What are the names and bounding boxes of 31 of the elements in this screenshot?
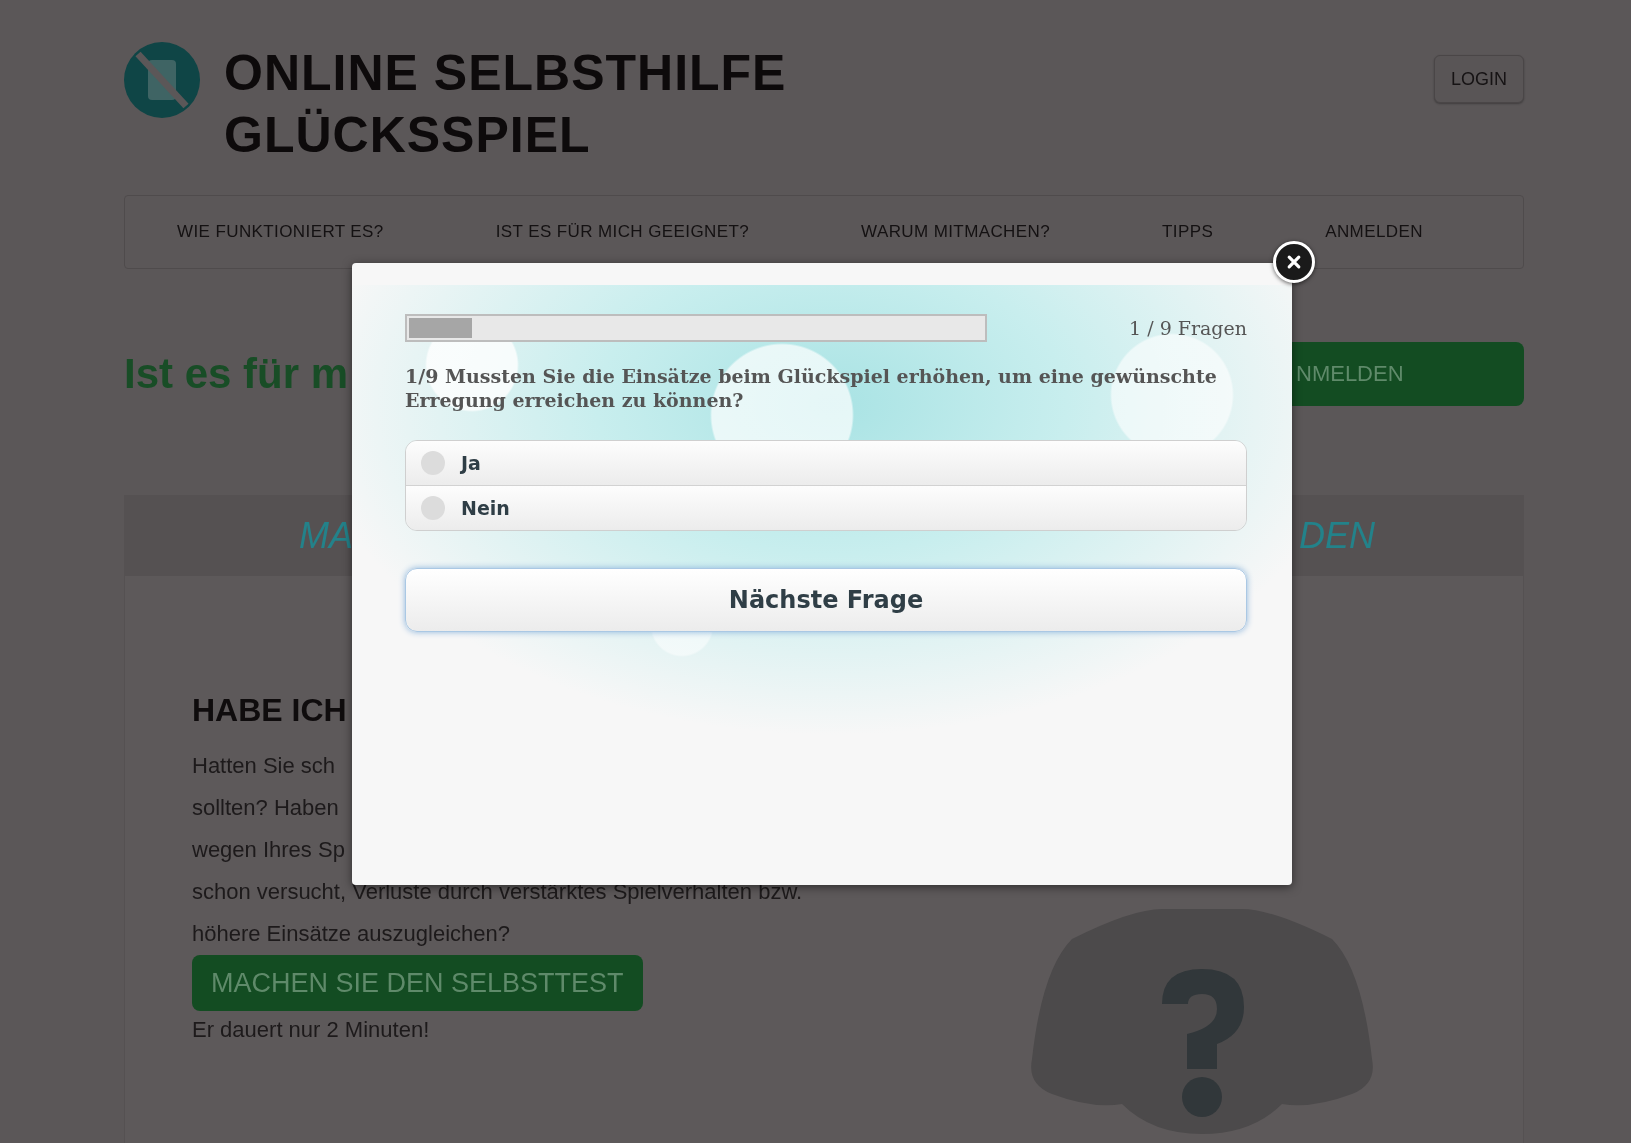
option-label: Nein — [461, 497, 510, 519]
radio-button[interactable] — [421, 496, 445, 520]
signup-button[interactable]: NMELDEN — [1292, 342, 1524, 406]
progress-label: 1 / 9 Fragen — [1129, 317, 1247, 339]
nav-link[interactable]: WARUM MITMACHEN? — [861, 222, 1051, 242]
nav-link[interactable]: IST ES FÜR MICH GEEIGNET? — [495, 222, 750, 242]
section-title: HABE ICH — [192, 692, 348, 729]
page-heading: Ist es für m — [124, 350, 349, 398]
next-question-button[interactable]: Nächste Frage — [405, 568, 1247, 632]
login-button[interactable]: LOGIN — [1434, 55, 1524, 103]
paragraph-text: schon versucht, Verluste durch verstärktes Spielverhalten bzw. — [192, 878, 803, 906]
radio-button[interactable] — [421, 451, 445, 475]
paragraph-text: sollten? Haben — [192, 794, 339, 822]
paragraph-text: wegen Ihres Sp — [192, 836, 345, 864]
site-title: ONLINE SELBSTHILFE — [224, 44, 787, 103]
answer-option[interactable]: Ja — [406, 441, 1246, 485]
site-title: GLÜCKSSPIEL — [224, 106, 592, 165]
answer-option[interactable]: Nein — [406, 485, 1246, 530]
paragraph-text: höhere Einsätze auszugleichen? — [192, 920, 510, 948]
nav-link[interactable]: TIPPS — [1162, 222, 1214, 242]
logo-icon — [124, 42, 200, 118]
close-icon[interactable] — [1273, 241, 1315, 283]
question-text: 1/9 Mussten Sie die Einsätze beim Glückspiel erhöhen, um eine gewünschte Erregung erreichen zu können? — [405, 364, 1218, 412]
paragraph-text: Hatten Sie sch — [192, 752, 336, 780]
tab-label[interactable]: MA — [299, 515, 353, 557]
selftest-button[interactable]: MACHEN SIE DEN SELBSTTEST — [192, 955, 643, 1011]
nav-link[interactable]: WIE FUNKTIONIERT ES? — [177, 222, 384, 242]
option-label: Ja — [461, 452, 481, 474]
tab-label[interactable]: DEN — [1299, 515, 1375, 557]
note-text: Er dauert nur 2 Minuten! — [192, 1017, 430, 1043]
nav-link[interactable]: ANMELDEN — [1325, 222, 1423, 242]
